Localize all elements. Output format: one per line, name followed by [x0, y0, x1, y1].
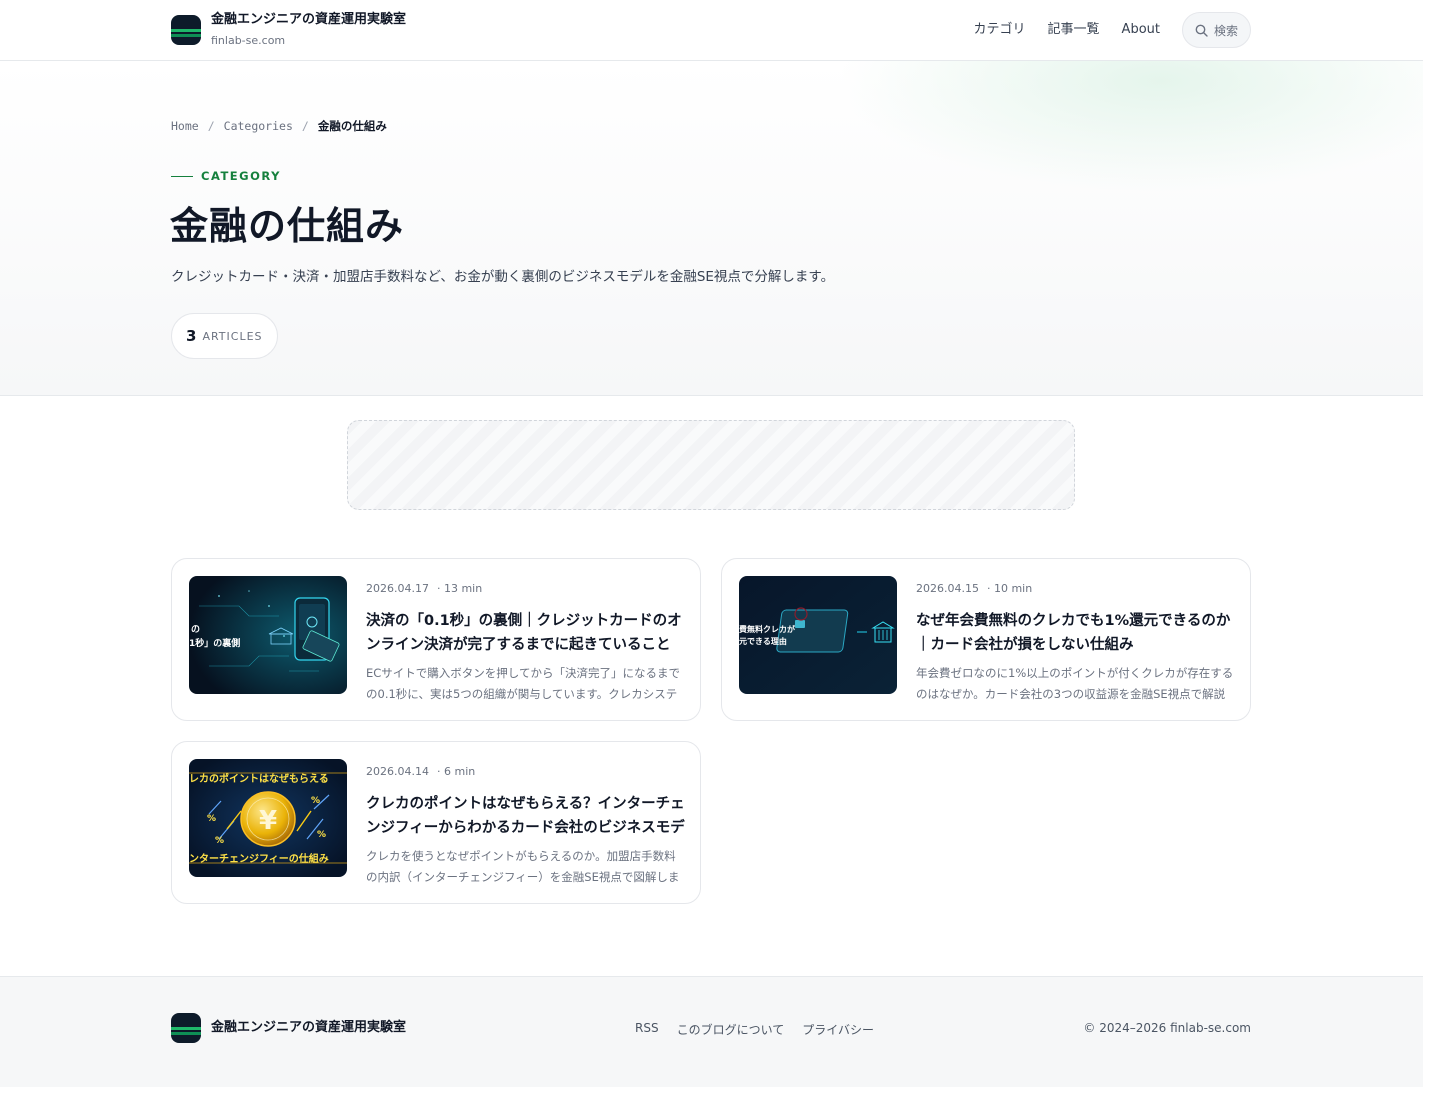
footer-link-rss[interactable]: RSS — [635, 1021, 659, 1038]
site-domain: finlab-se.com — [211, 34, 286, 47]
article-meta: 2026.04.15 · 10 min — [916, 581, 1236, 597]
footer-brand[interactable]: 金融エンジニアの資産運用実験室 — [171, 1013, 406, 1043]
thumbnail-caption: 費無料クレカが — [739, 624, 796, 634]
article-card[interactable]: の 1秒」の裏側 2026.04.17 · 13 min 決済の「0.1秒」の裏側… — [171, 558, 701, 721]
footer-site-title[interactable]: 金融エンジニアの資産運用実験室 — [211, 1019, 406, 1037]
footer-link-about[interactable]: このブログについて — [677, 1021, 785, 1038]
site-logo-icon — [171, 1013, 201, 1043]
article-meta: 2026.04.17 · 13 min — [366, 581, 686, 597]
breadcrumb-categories[interactable]: Categories — [224, 119, 293, 133]
article-thumbnail[interactable]: 費無料クレカが 元できる理由 — [739, 576, 897, 694]
svg-text:%: % — [207, 814, 216, 824]
article-card[interactable]: 費無料クレカが 元できる理由 2026.04.15 · 10 min なぜ年会費無… — [721, 558, 1251, 721]
thumbnail-caption: レカのポイントはなぜもらえる — [189, 772, 329, 785]
category-hero: Home / Categories / 金融の仕組み CATEGORY 金融の仕… — [0, 61, 1423, 396]
article-title[interactable]: 決済の「0.1秒」の裏側｜クレジットカードのオンライン決済が完了するまでに起きて… — [366, 609, 686, 657]
eyebrow-label: CATEGORY — [201, 169, 281, 183]
eyebrow-line — [171, 175, 193, 177]
search-button[interactable]: 検索 — [1181, 12, 1251, 48]
nav-about[interactable]: About — [1122, 12, 1160, 48]
article-title[interactable]: クレカのポイントはなぜもらえる？インターチェンジフィーからわかるカード会社のビジ… — [366, 792, 686, 840]
article-date: 2026.04.14 — [366, 765, 429, 778]
article-meta: 2026.04.14 · 6 min — [366, 764, 686, 780]
svg-text:%: % — [215, 836, 224, 846]
site-brand[interactable]: 金融エンジニアの資産運用実験室 finlab-se.com — [171, 11, 406, 49]
article-date: 2026.04.17 — [366, 582, 429, 595]
article-read-time: · 10 min — [986, 582, 1033, 595]
ad-placeholder — [347, 420, 1075, 510]
breadcrumb: Home / Categories / 金融の仕組み — [171, 118, 387, 134]
thumbnail-caption: ンターチェンジフィーの仕組み — [189, 852, 329, 865]
thumbnail-caption: の — [191, 624, 200, 635]
article-card[interactable]: %%%% ¥ レカのポイントはなぜもらえる ンターチェンジフィーの仕組み 202… — [171, 741, 701, 904]
article-date: 2026.04.15 — [916, 582, 979, 595]
nav-categories[interactable]: カテゴリ — [974, 12, 1026, 48]
article-count: 3 — [186, 327, 197, 345]
article-excerpt: 年会費ゼロなのに1%以上のポイントが付くクレカが存在するのはなぜか。カード会社の… — [916, 666, 1234, 701]
article-read-time: · 6 min — [436, 765, 476, 778]
site-footer: 金融エンジニアの資産運用実験室 RSS このブログについて プライバシー © 2… — [0, 976, 1423, 1087]
svg-text:%: % — [317, 830, 326, 840]
article-excerpt: ECサイトで購入ボタンを押してから「決済完了」になるまでの0.1秒に、実は5つの… — [366, 666, 680, 701]
thumbnail-caption: 1秒」の裏側 — [189, 637, 240, 649]
article-count-label: ARTICLES — [202, 329, 263, 343]
site-logo-icon — [171, 15, 201, 45]
breadcrumb-separator: / — [301, 119, 309, 133]
breadcrumb-separator: / — [207, 119, 215, 133]
footer-link-privacy[interactable]: プライバシー — [802, 1021, 874, 1038]
site-title[interactable]: 金融エンジニアの資産運用実験室 — [211, 11, 406, 29]
copyright: © 2024–2026 finlab-se.com — [1083, 1021, 1251, 1035]
search-icon — [1195, 24, 1208, 37]
article-read-time: · 13 min — [436, 582, 483, 595]
svg-text:%: % — [311, 796, 320, 806]
main-nav: カテゴリ 記事一覧 About 検索 — [974, 12, 1251, 48]
article-list: の 1秒」の裏側 2026.04.17 · 13 min 決済の「0.1秒」の裏側… — [171, 558, 1251, 904]
search-label: 検索 — [1213, 23, 1238, 38]
article-count-badge: 3 ARTICLES — [171, 313, 278, 359]
category-eyebrow: CATEGORY — [171, 169, 281, 183]
breadcrumb-current: 金融の仕組み — [317, 119, 387, 133]
svg-text:¥: ¥ — [259, 806, 277, 836]
site-header: 金融エンジニアの資産運用実験室 finlab-se.com カテゴリ 記事一覧 … — [0, 0, 1423, 61]
article-excerpt: クレカを使うとなぜポイントがもらえるのか。加盟店手数料の内訳（インターチェンジフ… — [366, 849, 680, 884]
article-thumbnail[interactable]: の 1秒」の裏側 — [189, 576, 347, 694]
breadcrumb-home[interactable]: Home — [171, 119, 199, 133]
article-thumbnail[interactable]: %%%% ¥ レカのポイントはなぜもらえる ンターチェンジフィーの仕組み — [189, 759, 347, 877]
page-title: 金融の仕組み — [170, 204, 405, 248]
thumbnail-caption: 元できる理由 — [739, 636, 787, 646]
category-description: クレジットカード・決済・加盟店手数料など、お金が動く裏側のビジネスモデルを金融S… — [171, 269, 835, 285]
article-title[interactable]: なぜ年会費無料のクレカでも1%還元できるのか｜カード会社が損をしない仕組み — [916, 609, 1236, 657]
footer-links: RSS このブログについて プライバシー — [635, 1021, 892, 1038]
nav-articles[interactable]: 記事一覧 — [1048, 12, 1100, 48]
